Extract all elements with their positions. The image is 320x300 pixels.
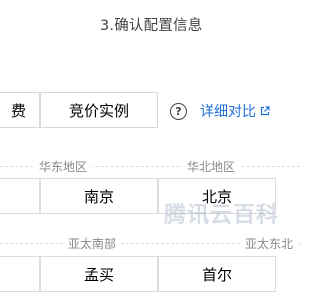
region-label-east-china: 华东地区 xyxy=(34,158,93,175)
city-cell-partial[interactable] xyxy=(0,256,40,292)
billing-option-partial[interactable]: 费 xyxy=(0,92,40,128)
city-nanjing[interactable]: 南京 xyxy=(40,178,158,214)
external-link-icon xyxy=(260,106,270,116)
city-seoul[interactable]: 首尔 xyxy=(158,256,276,292)
region-label-asia-pacific-south: 亚太南部 xyxy=(63,235,122,252)
region-label-north-china: 华北地区 xyxy=(182,158,241,175)
detail-compare-link[interactable]: 详细对比 xyxy=(200,101,270,121)
detail-compare-label: 详细对比 xyxy=(200,104,256,120)
city-beijing[interactable]: 北京 xyxy=(158,178,276,214)
city-mumbai[interactable]: 孟买 xyxy=(40,256,158,292)
city-cell-partial[interactable] xyxy=(0,178,40,214)
region-label-asia-pacific-northeast: 亚太东北 xyxy=(240,235,299,252)
step-title: 3.确认配置信息 xyxy=(100,18,203,34)
spot-instance-button[interactable]: 竞价实例 xyxy=(40,92,158,128)
help-icon[interactable]: ? xyxy=(170,103,187,120)
